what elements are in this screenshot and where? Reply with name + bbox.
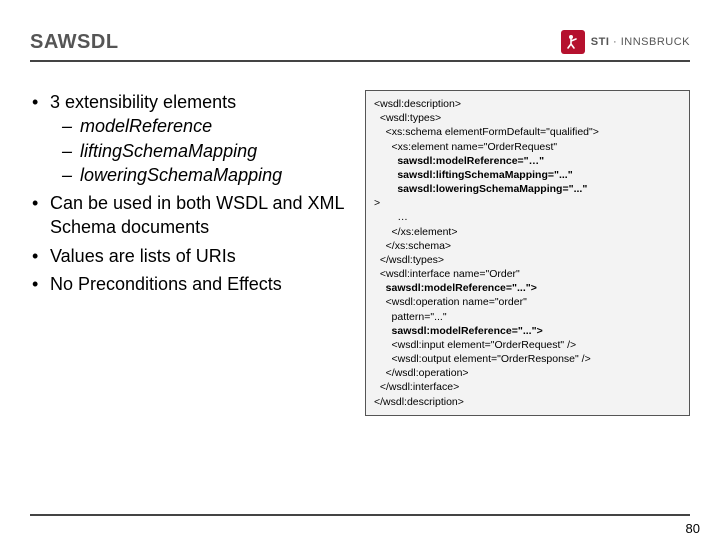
code-line: <wsdl:input element="OrderRequest" />: [374, 339, 576, 351]
code-line: <wsdl:types>: [374, 112, 441, 124]
code-line: <xs:schema elementFormDefault="qualified…: [374, 126, 599, 138]
code-box: <wsdl:description> <wsdl:types> <xs:sche…: [365, 90, 690, 416]
bullet-1: 3 extensibility elements modelReference …: [30, 90, 355, 187]
code-line: …: [374, 211, 408, 223]
bullet-1-sub-2: liftingSchemaMapping: [60, 139, 355, 163]
slide-title: SAWSDL: [30, 31, 119, 54]
code-line-bold: sawsdl:modelReference="...">: [374, 325, 543, 337]
code-line: <xs:element name="OrderRequest": [374, 141, 557, 153]
logo-sep: ·: [613, 36, 617, 48]
bullet-4: No Preconditions and Effects: [30, 272, 355, 296]
code-line: </wsdl:types>: [374, 254, 444, 266]
bullet-column: 3 extensibility elements modelReference …: [30, 90, 365, 500]
code-line-bold: sawsdl:liftingSchemaMapping="...": [374, 169, 573, 181]
bullet-3: Values are lists of URIs: [30, 244, 355, 268]
bullet-1-sub-1: modelReference: [60, 114, 355, 138]
header: SAWSDL STI · INNSBRUCK: [30, 14, 690, 62]
code-line: </wsdl:description>: [374, 396, 464, 408]
code-line: <wsdl:description>: [374, 98, 461, 110]
logo: STI · INNSBRUCK: [561, 30, 690, 54]
code-line: <wsdl:operation name="order": [374, 296, 527, 308]
slide: SAWSDL STI · INNSBRUCK 3 extensibility e…: [0, 0, 720, 540]
body: 3 extensibility elements modelReference …: [30, 90, 690, 500]
code-line-bold: sawsdl:modelReference="…": [374, 155, 544, 167]
code-line: pattern="...": [374, 311, 447, 323]
code-line: <wsdl:output element="OrderResponse" />: [374, 353, 591, 365]
code-line: </xs:schema>: [374, 240, 451, 252]
footer-divider: [30, 514, 690, 516]
bullet-2: Can be used in both WSDL and XML Schema …: [30, 191, 355, 240]
logo-icon: [561, 30, 585, 54]
code-column: <wsdl:description> <wsdl:types> <xs:sche…: [365, 90, 690, 500]
bullet-1-sub-3: loweringSchemaMapping: [60, 163, 355, 187]
logo-org: STI: [591, 36, 610, 48]
logo-place: INNSBRUCK: [621, 36, 690, 48]
bullet-1-text: 3 extensibility elements: [50, 92, 236, 112]
code-line-bold: sawsdl:modelReference="...">: [374, 282, 537, 294]
code-line: >: [374, 197, 380, 209]
code-line-bold: sawsdl:loweringSchemaMapping="...": [374, 183, 587, 195]
page-number: 80: [686, 521, 700, 536]
logo-text: STI · INNSBRUCK: [591, 36, 690, 48]
code-line: <wsdl:interface name="Order": [374, 268, 520, 280]
code-line: </xs:element>: [374, 226, 457, 238]
code-line: </wsdl:interface>: [374, 381, 459, 393]
code-line: </wsdl:operation>: [374, 367, 469, 379]
